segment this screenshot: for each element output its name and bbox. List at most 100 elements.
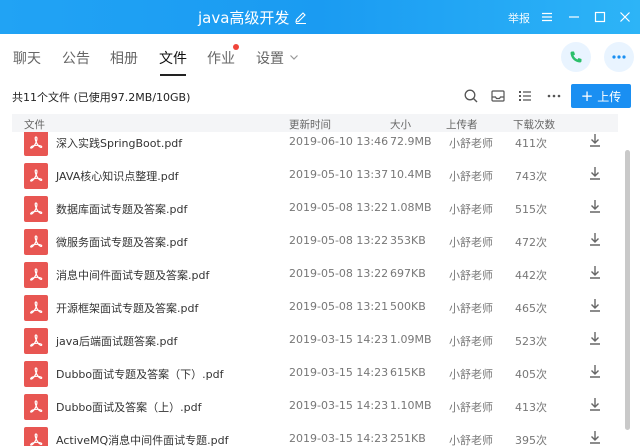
download-count: 411次 <box>515 137 547 150</box>
download-icon[interactable] <box>587 198 603 216</box>
tab-album[interactable]: 相册 <box>110 48 138 68</box>
file-name[interactable]: JAVA核心知识点整理.pdf <box>56 168 179 184</box>
tab-files[interactable]: 文件 <box>159 48 187 68</box>
file-update-time: 2019-06-10 13:46 <box>289 135 389 148</box>
phone-button[interactable] <box>561 42 591 72</box>
table-row[interactable]: 消息中间件面试专题及答案.pdf 2019-05-08 13:22 697KB 小舒老… <box>12 258 618 291</box>
table-row[interactable]: 深入实践SpringBoot.pdf 2019-06-10 13:46 72.9MB… <box>12 132 618 159</box>
edit-icon[interactable] <box>294 11 308 25</box>
more-button[interactable] <box>604 42 634 72</box>
upload-button[interactable]: + 上传 <box>571 84 631 108</box>
file-name[interactable]: Dubbo面试及答案（上）.pdf <box>56 399 201 415</box>
file-name[interactable]: java后端面试题答案.pdf <box>56 333 177 349</box>
file-name[interactable]: 消息中间件面试专题及答案.pdf <box>56 267 209 283</box>
file-uploader: 小舒老师 <box>449 203 493 216</box>
file-uploader: 小舒老师 <box>449 368 493 381</box>
minimize-icon[interactable] <box>565 8 583 26</box>
table-header: 文件 更新时间 大小 上传者 下载次数 <box>12 114 618 132</box>
table-row[interactable]: Dubbo面试及答案（上）.pdf 2019-03-15 14:23 1.10MB 小… <box>12 390 618 423</box>
report-link[interactable]: 举报 <box>508 10 530 26</box>
tab-homework[interactable]: 作业 <box>207 48 235 68</box>
notification-dot <box>233 44 239 50</box>
download-count: 472次 <box>515 236 547 249</box>
file-name[interactable]: 数据库面试专题及答案.pdf <box>56 201 187 217</box>
table-row[interactable]: JAVA核心知识点整理.pdf 2019-05-10 13:37 10.4MB 小舒老… <box>12 159 618 192</box>
close-icon[interactable] <box>616 8 634 26</box>
table-row[interactable]: 开源框架面试专题及答案.pdf 2019-05-08 13:21 500KB 小舒老师… <box>12 291 618 324</box>
maximize-icon[interactable] <box>591 8 609 26</box>
table-row[interactable]: ActiveMQ消息中间件面试专题.pdf 2019-03-15 14:23 251… <box>12 423 618 446</box>
file-update-time: 2019-03-15 14:23 <box>289 432 389 445</box>
search-icon[interactable] <box>463 88 479 104</box>
download-icon[interactable] <box>587 363 603 381</box>
inbox-icon[interactable] <box>490 88 506 104</box>
header-download-count[interactable]: 下载次数 <box>513 117 555 132</box>
pdf-file-icon <box>24 427 48 446</box>
table-row[interactable]: 数据库面试专题及答案.pdf 2019-05-08 13:22 1.08MB 小舒老师… <box>12 192 618 225</box>
chevron-down-icon[interactable] <box>289 52 299 62</box>
tab-settings[interactable]: 设置 <box>256 48 284 68</box>
download-count: 515次 <box>515 203 547 216</box>
file-size: 353KB <box>390 234 426 247</box>
file-toolbar: 共11个文件 (已使用97.2MB/10GB) + 上传 <box>0 80 640 112</box>
file-size: 500KB <box>390 300 426 313</box>
download-icon[interactable] <box>587 396 603 414</box>
table-row[interactable]: Dubbo面试专题及答案（下）.pdf 2019-03-15 14:23 615KB… <box>12 357 618 390</box>
table-row[interactable]: java后端面试题答案.pdf 2019-03-15 14:23 1.09MB 小舒老… <box>12 324 618 357</box>
download-icon[interactable] <box>587 165 603 183</box>
file-uploader: 小舒老师 <box>449 137 493 150</box>
pdf-file-icon <box>24 163 48 189</box>
file-size: 1.09MB <box>390 333 432 346</box>
file-update-time: 2019-05-08 13:21 <box>289 300 389 313</box>
download-count: 442次 <box>515 269 547 282</box>
active-tab-indicator <box>160 74 186 76</box>
menu-icon[interactable] <box>538 8 556 26</box>
download-icon[interactable] <box>587 132 603 150</box>
pdf-file-icon <box>24 132 48 156</box>
download-icon[interactable] <box>587 297 603 315</box>
group-name: java高级开发 <box>198 9 290 27</box>
header-update-time[interactable]: 更新时间 <box>289 117 331 132</box>
file-update-time: 2019-05-08 13:22 <box>289 234 389 247</box>
title-bar: java高级开发 举报 <box>0 0 640 34</box>
download-icon[interactable] <box>587 330 603 348</box>
file-name[interactable]: Dubbo面试专题及答案（下）.pdf <box>56 366 223 382</box>
pdf-file-icon <box>24 361 48 387</box>
more-dots-icon <box>612 55 626 59</box>
tab-chat[interactable]: 聊天 <box>13 48 41 68</box>
list-view-icon[interactable] <box>517 88 533 104</box>
download-count: 523次 <box>515 335 547 348</box>
pdf-file-icon <box>24 229 48 255</box>
plus-icon: + <box>580 86 594 105</box>
download-icon[interactable] <box>587 429 603 446</box>
tab-bar: 聊天 公告 相册 文件 作业 设置 <box>0 34 640 80</box>
header-uploader[interactable]: 上传者 <box>446 117 478 132</box>
download-count: 413次 <box>515 401 547 414</box>
file-update-time: 2019-05-08 13:22 <box>289 201 389 214</box>
file-list: 深入实践SpringBoot.pdf 2019-06-10 13:46 72.9MB… <box>12 132 618 446</box>
file-uploader: 小舒老师 <box>449 335 493 348</box>
file-name[interactable]: ActiveMQ消息中间件面试专题.pdf <box>56 432 229 446</box>
file-uploader: 小舒老师 <box>449 170 493 183</box>
table-row[interactable]: 微服务面试专题及答案.pdf 2019-05-08 13:22 353KB 小舒老师 4… <box>12 225 618 258</box>
file-uploader: 小舒老师 <box>449 236 493 249</box>
pdf-file-icon <box>24 196 48 222</box>
file-name[interactable]: 深入实践SpringBoot.pdf <box>56 135 182 151</box>
pdf-file-icon <box>24 262 48 288</box>
download-icon[interactable] <box>587 264 603 282</box>
file-uploader: 小舒老师 <box>449 401 493 414</box>
header-size[interactable]: 大小 <box>390 117 411 132</box>
tab-announcement[interactable]: 公告 <box>62 48 90 68</box>
header-file[interactable]: 文件 <box>24 117 45 132</box>
scrollbar-thumb[interactable] <box>625 150 630 430</box>
file-name[interactable]: 微服务面试专题及答案.pdf <box>56 234 187 250</box>
download-icon[interactable] <box>587 231 603 249</box>
download-count: 395次 <box>515 434 547 446</box>
file-size: 615KB <box>390 366 426 379</box>
more-options-icon[interactable] <box>546 88 562 104</box>
file-name[interactable]: 开源框架面试专题及答案.pdf <box>56 300 198 316</box>
pdf-file-icon <box>24 394 48 420</box>
file-uploader: 小舒老师 <box>449 269 493 282</box>
file-size: 697KB <box>390 267 426 280</box>
file-update-time: 2019-03-15 14:23 <box>289 366 389 379</box>
